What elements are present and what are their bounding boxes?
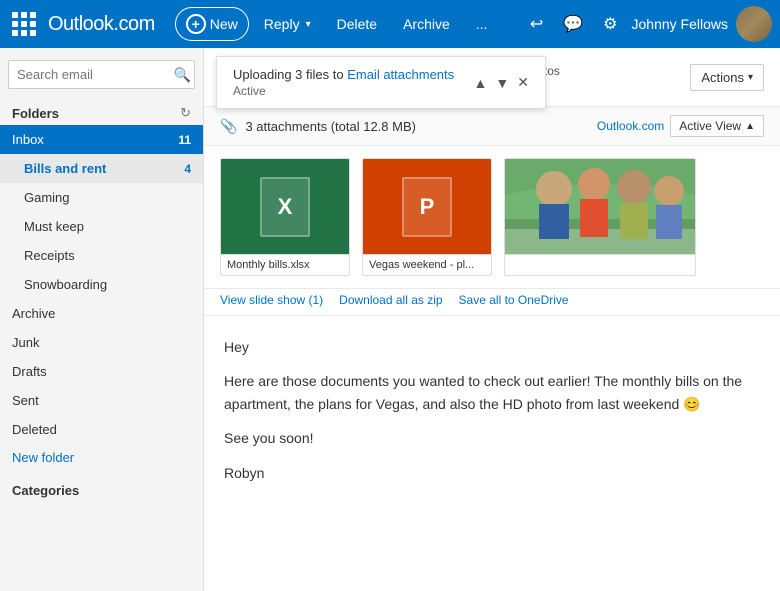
actions-label: Actions: [701, 70, 744, 85]
snowboarding-label: Snowboarding: [24, 277, 107, 292]
sidebar-item-snowboarding[interactable]: Snowboarding: [0, 270, 203, 299]
app-grid-button[interactable]: [8, 8, 40, 40]
pptx-icon: P: [402, 177, 452, 237]
receipts-label: Receipts: [24, 248, 75, 263]
upload-link[interactable]: Email attachments: [347, 67, 454, 82]
folders-header: Folders ↻: [0, 97, 203, 125]
sidebar-item-bills[interactable]: Bills and rent 4: [0, 154, 203, 183]
xlsx-filename: Monthly bills.xlsx: [221, 254, 349, 275]
attachment-photo[interactable]: [504, 158, 696, 276]
sidebar-item-sent[interactable]: Sent: [0, 386, 203, 415]
upload-info: Uploading 3 files to Email attachments A…: [233, 67, 454, 98]
sidebar: 🔍 Folders ↻ Inbox 11 Bills and rent 4 Ga…: [0, 48, 204, 591]
inbox-badge: 11: [178, 133, 191, 147]
xlsx-preview: X: [221, 159, 349, 254]
upload-banner: Uploading 3 files to Email attachments A…: [216, 56, 546, 109]
search-box: 🔍: [8, 60, 195, 89]
nav-right: ↩ 💬 ⚙ Johnny Fellows: [524, 6, 772, 42]
pptx-preview: P: [363, 159, 491, 254]
reply-button[interactable]: Reply ▾: [253, 9, 322, 39]
xlsx-icon: X: [260, 177, 310, 237]
archive-label: Archive: [12, 306, 55, 321]
categories-label: Categories: [0, 471, 203, 502]
undo-icon-button[interactable]: ↩: [524, 8, 549, 40]
nav-actions: + New Reply ▾ Delete Archive ...: [175, 7, 499, 41]
attachment-thumbnails: X Monthly bills.xlsx P Vegas weekend - p…: [204, 146, 780, 289]
top-bar: Outlook.com + New Reply ▾ Delete Archive…: [0, 0, 780, 48]
view-slideshow-link[interactable]: View slide show (1): [220, 293, 323, 307]
actions-button[interactable]: Actions ▾: [690, 64, 764, 91]
actions-chevron-icon: ▾: [748, 72, 753, 83]
search-button[interactable]: 🔍: [174, 66, 191, 83]
sent-label: Sent: [12, 393, 39, 408]
sidebar-item-drafts[interactable]: Drafts: [0, 357, 203, 386]
active-view-button[interactable]: Active View ▲: [670, 115, 764, 137]
folders-label: Folders: [12, 106, 59, 121]
upload-expand-down-icon[interactable]: ▼: [495, 75, 509, 91]
avatar[interactable]: [736, 6, 772, 42]
search-input[interactable]: [8, 60, 195, 89]
chat-icon-button[interactable]: 💬: [557, 8, 589, 40]
refresh-icon[interactable]: ↻: [180, 105, 191, 121]
photo-filename: [505, 254, 695, 272]
archive-button[interactable]: Archive: [392, 9, 461, 39]
attachment-count: 3 attachments (total 12.8 MB): [245, 119, 596, 134]
avatar-image: [736, 6, 772, 42]
email-content: Robyn Sellers @11:41AM Documents Photos …: [204, 48, 780, 591]
upload-close-icon[interactable]: ✕: [517, 74, 529, 91]
sidebar-item-gaming[interactable]: Gaming: [0, 183, 203, 212]
attachment-xlsx[interactable]: X Monthly bills.xlsx: [220, 158, 350, 276]
settings-icon-button[interactable]: ⚙: [597, 8, 623, 40]
body-greeting: Hey: [224, 336, 760, 358]
attachment-links: View slide show (1) Download all as zip …: [204, 289, 780, 316]
sidebar-item-mustkeep[interactable]: Must keep: [0, 212, 203, 241]
reply-dropdown-icon: ▾: [306, 19, 311, 30]
delete-button[interactable]: Delete: [326, 9, 388, 39]
sidebar-item-deleted[interactable]: Deleted: [0, 415, 203, 444]
body-closing: See you soon!: [224, 427, 760, 449]
email-body: Hey Here are those documents you wanted …: [204, 316, 780, 591]
save-onedrive-link[interactable]: Save all to OneDrive: [459, 293, 569, 307]
outlook-source-link[interactable]: Outlook.com: [597, 119, 664, 133]
active-view-chevron-icon: ▲: [745, 121, 755, 132]
inbox-label: Inbox: [12, 132, 44, 147]
body-signature: Robyn: [224, 462, 760, 484]
grid-icon: [12, 12, 36, 36]
sidebar-item-archive[interactable]: Archive: [0, 299, 203, 328]
attachment-source: Outlook.com: [597, 119, 664, 133]
drafts-label: Drafts: [12, 364, 47, 379]
mustkeep-label: Must keep: [24, 219, 84, 234]
junk-label: Junk: [12, 335, 39, 350]
active-view-label: Active View: [679, 119, 741, 133]
attachment-pptx[interactable]: P Vegas weekend - pl...: [362, 158, 492, 276]
upload-status: Active: [233, 84, 454, 98]
main-layout: 🔍 Folders ↻ Inbox 11 Bills and rent 4 Ga…: [0, 48, 780, 591]
more-button[interactable]: ...: [465, 9, 499, 39]
pptx-filename: Vegas weekend - pl...: [363, 254, 491, 275]
user-name[interactable]: Johnny Fellows: [632, 16, 729, 32]
brand-logo: Outlook.com: [48, 13, 155, 36]
new-folder-link[interactable]: New folder: [0, 444, 203, 471]
body-main: Here are those documents you wanted to c…: [224, 370, 760, 415]
deleted-label: Deleted: [12, 422, 57, 437]
bills-label: Bills and rent: [24, 161, 106, 176]
gaming-label: Gaming: [24, 190, 70, 205]
photo-preview: [505, 159, 695, 254]
new-button[interactable]: + New: [175, 7, 249, 41]
xlsx-letter: X: [278, 194, 293, 220]
download-all-link[interactable]: Download all as zip: [339, 293, 442, 307]
sidebar-item-junk[interactable]: Junk: [0, 328, 203, 357]
upload-text: Uploading 3 files to Email attachments: [233, 67, 454, 82]
attachments-header: 📎 3 attachments (total 12.8 MB) Outlook.…: [204, 107, 780, 146]
sidebar-item-inbox[interactable]: Inbox 11: [0, 125, 203, 154]
new-plus-icon: +: [186, 14, 206, 34]
sidebar-item-receipts[interactable]: Receipts: [0, 241, 203, 270]
upload-icons: ▲ ▼ ✕: [474, 74, 529, 91]
bills-badge: 4: [184, 162, 191, 176]
paperclip-icon: 📎: [220, 118, 237, 135]
upload-collapse-up-icon[interactable]: ▲: [474, 75, 488, 91]
photo-image: [505, 159, 695, 254]
pptx-letter: P: [420, 194, 435, 220]
